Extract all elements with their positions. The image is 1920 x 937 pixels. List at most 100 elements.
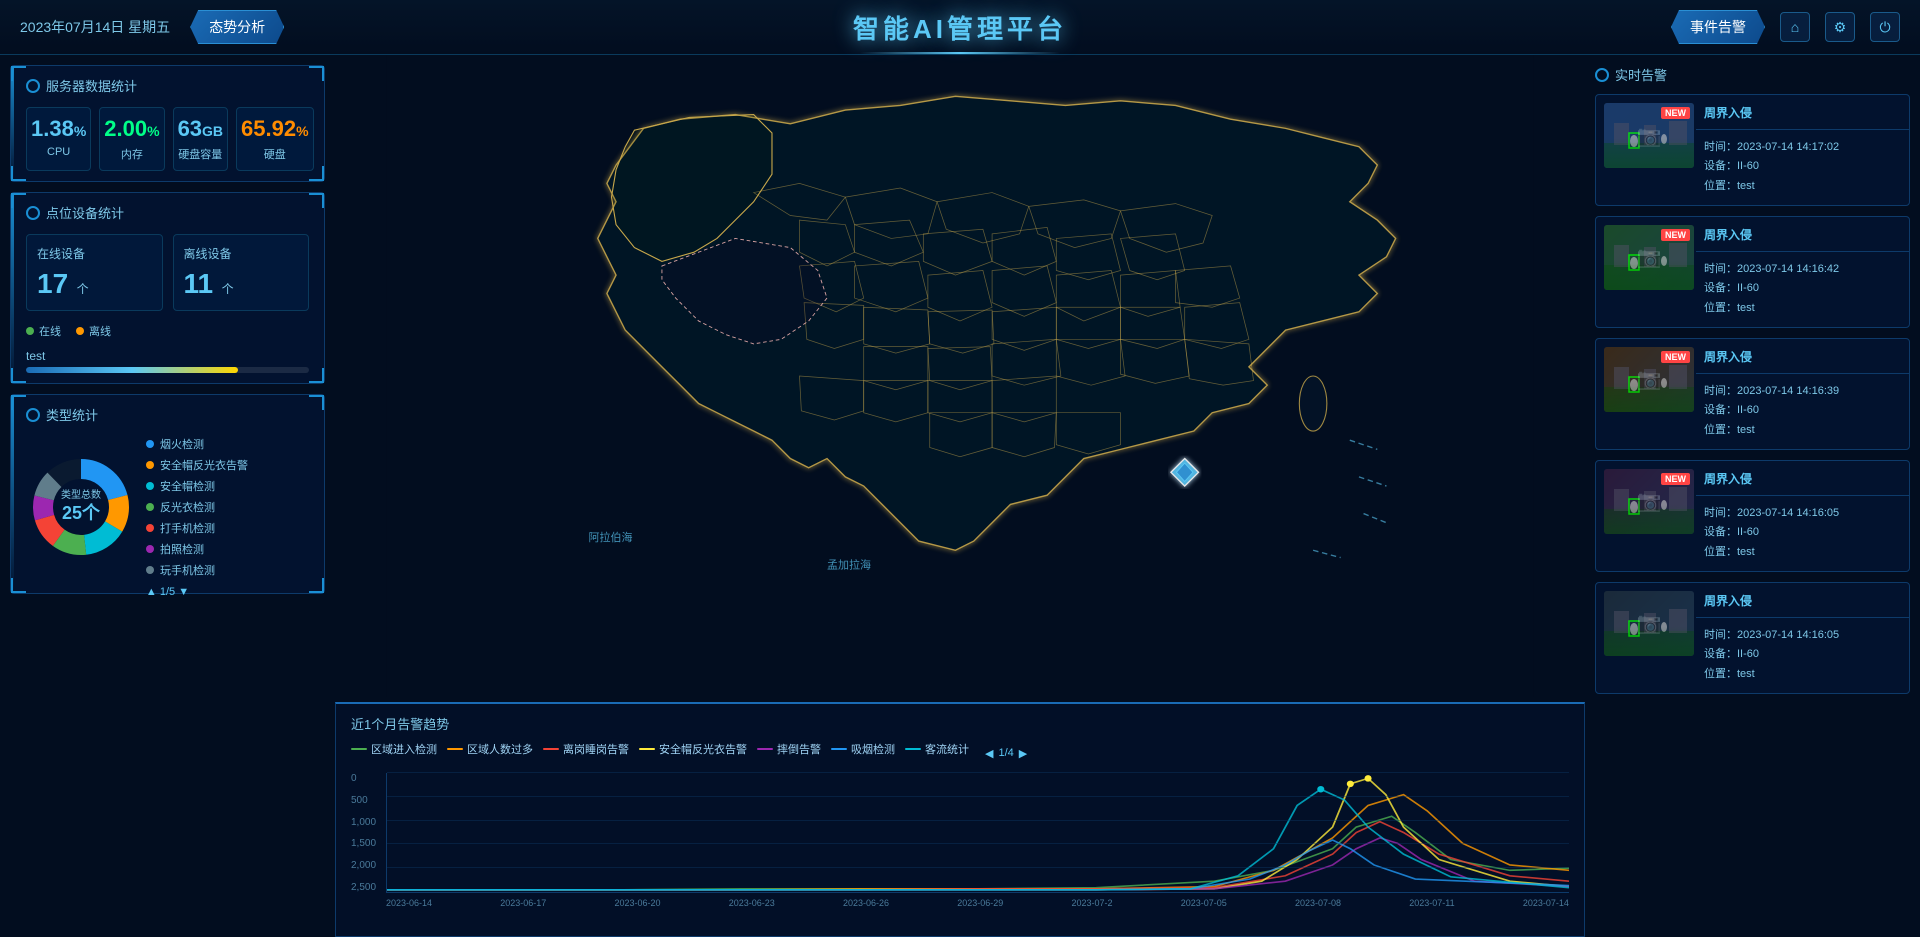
left-panel: 服务器数据统计 1.38% CPU 2.00% 内存 63GB 硬盘容量 xyxy=(0,55,335,937)
chart-legend-item: 客流统计 xyxy=(905,741,969,757)
chart-legend-item: 吸烟检测 xyxy=(831,741,895,757)
disk-label: 硬盘容量 xyxy=(178,146,223,162)
server-stats-title: 服务器数据统计 xyxy=(26,76,309,95)
location-bar: test xyxy=(26,349,309,373)
type-name: 反光衣检测 xyxy=(160,499,215,515)
settings-icon-button[interactable]: ⚙ xyxy=(1825,12,1855,42)
alert-type: 周界入侵 xyxy=(1704,469,1901,491)
power-icon-button[interactable]: ⏻ xyxy=(1870,12,1900,42)
donut-chart: 类型总数 25个 xyxy=(26,452,136,562)
online-count: 17 xyxy=(37,268,68,299)
analysis-button[interactable]: 态势分析 xyxy=(190,10,284,44)
new-badge: NEW xyxy=(1661,229,1690,241)
svg-text:阿拉伯海: 阿拉伯海 xyxy=(589,530,633,544)
online-unit: 个 xyxy=(77,282,89,296)
china-map-svg: 阿拉伯海 孟加拉海 xyxy=(335,55,1585,697)
mem-value: 2.00% xyxy=(104,116,159,142)
bottom-chart: 近1个月告警趋势 区域进入检测区域人数过多离岗睡岗告警安全帽反光衣告警摔倒告警吸… xyxy=(335,702,1585,937)
y-axis-label: 500 xyxy=(351,795,386,806)
chart-prev-icon[interactable]: ◀ xyxy=(985,747,993,760)
chart-svg xyxy=(387,773,1569,892)
alert-info: 周界入侵 时间：2023-07-14 14:17:02 设备：II-60 位置：… xyxy=(1704,103,1901,197)
header-title: 智能AI管理平台 xyxy=(853,9,1067,46)
alert-card[interactable]: 周界入侵 时间：2023-07-14 14:16:05 设备：II-60 位置：… xyxy=(1595,582,1910,694)
alert-device: 设备：II-60 xyxy=(1704,401,1901,421)
alert-location: 位置：test xyxy=(1704,543,1901,563)
type-page-indicator: 1/5 xyxy=(160,586,175,598)
type-stats-title: 类型统计 xyxy=(26,405,309,424)
type-dot xyxy=(146,503,154,511)
mem-stat: 2.00% 内存 xyxy=(99,107,164,171)
type-list-item: 安全帽反光衣告警 xyxy=(146,457,309,473)
type-list-item: 打手机检测 xyxy=(146,520,309,536)
alert-time: 时间：2023-07-14 14:16:42 xyxy=(1704,260,1901,280)
alert-separator xyxy=(1696,129,1909,130)
disk2-stat: 65.92% 硬盘 xyxy=(236,107,314,171)
x-axis-label: 2023-06-20 xyxy=(615,898,661,908)
alert-cards-container: NEW 周界入侵 时间：2023-07-14 14:17:02 设备：II-60… xyxy=(1595,94,1910,694)
alert-info: 周界入侵 时间：2023-07-14 14:16:05 设备：II-60 位置：… xyxy=(1704,469,1901,563)
cpu-label: CPU xyxy=(31,146,86,158)
device-legend: 在线 离线 xyxy=(26,323,309,339)
chart-page-indicator: 1/4 xyxy=(998,747,1013,759)
alert-type: 周界入侵 xyxy=(1704,347,1901,369)
alert-location: 位置：test xyxy=(1704,177,1901,197)
alert-separator xyxy=(1696,373,1909,374)
chart-container: 2,5002,0001,5001,0005000 xyxy=(351,773,1569,913)
online-legend: 在线 xyxy=(26,323,61,339)
new-badge: NEW xyxy=(1661,351,1690,363)
new-badge: NEW xyxy=(1661,473,1690,485)
legend-line-color xyxy=(543,748,559,750)
type-list-item: 拍照检测 xyxy=(146,541,309,557)
online-device-item: 在线设备 17 个 xyxy=(26,234,163,311)
x-axis-label: 2023-07-11 xyxy=(1409,898,1454,908)
home-icon-button[interactable]: ⌂ xyxy=(1780,12,1810,42)
online-count-row: 17 个 xyxy=(37,268,152,300)
type-list-item: 反光衣检测 xyxy=(146,499,309,515)
type-stats-content: 类型总数 25个 烟火检测安全帽反光衣告警安全帽检测反光衣检测打手机检测拍照检测… xyxy=(26,436,309,578)
alert-thumbnail: NEW xyxy=(1604,469,1694,534)
alert-type: 周界入侵 xyxy=(1704,225,1901,247)
x-axis-label: 2023-07-05 xyxy=(1181,898,1227,908)
alert-card[interactable]: NEW 周界入侵 时间：2023-07-14 14:16:05 设备：II-60… xyxy=(1595,460,1910,572)
alert-button[interactable]: 事件告警 xyxy=(1671,10,1765,44)
legend-line-color xyxy=(905,748,921,750)
x-axis-label: 2023-07-14 xyxy=(1523,898,1569,908)
chart-x-labels: 2023-06-142023-06-172023-06-202023-06-23… xyxy=(386,893,1569,913)
type-name: 玩手机检测 xyxy=(160,562,215,578)
type-page-next[interactable]: ▼ xyxy=(178,586,189,598)
x-axis-label: 2023-06-29 xyxy=(957,898,1003,908)
type-list-item: 烟火检测 xyxy=(146,436,309,452)
type-list: 烟火检测安全帽反光衣告警安全帽检测反光衣检测打手机检测拍照检测玩手机检测 xyxy=(146,436,309,578)
header-date: 2023年07月14日 星期五 xyxy=(20,17,170,37)
device-stats-grid: 在线设备 17 个 离线设备 11 个 xyxy=(26,234,309,311)
mem-label: 内存 xyxy=(104,146,159,162)
alert-location: 位置：test xyxy=(1704,299,1901,319)
alert-card[interactable]: NEW 周界入侵 时间：2023-07-14 14:17:02 设备：II-60… xyxy=(1595,94,1910,206)
right-panel: 实时告警 NEW 周界入侵 时间：2023-07-14 14:17:02 设备：… xyxy=(1585,55,1920,937)
online-legend-label: 在线 xyxy=(39,323,61,339)
chart-legend: 区域进入检测区域人数过多离岗睡岗告警安全帽反光衣告警摔倒告警吸烟检测客流统计 xyxy=(351,741,969,757)
chart-legend-item: 摔倒告警 xyxy=(757,741,821,757)
alert-info: 周界入侵 时间：2023-07-14 14:16:42 设备：II-60 位置：… xyxy=(1704,225,1901,319)
x-axis-label: 2023-06-26 xyxy=(843,898,889,908)
legend-name: 吸烟检测 xyxy=(851,741,895,757)
alert-location: 位置：test xyxy=(1704,665,1901,685)
y-axis-label: 0 xyxy=(351,773,386,784)
chart-area xyxy=(386,773,1569,893)
type-page-prev[interactable]: ▲ xyxy=(146,586,157,598)
alert-info: 周界入侵 时间：2023-07-14 14:16:39 设备：II-60 位置：… xyxy=(1704,347,1901,441)
alert-card[interactable]: NEW 周界入侵 时间：2023-07-14 14:16:42 设备：II-60… xyxy=(1595,216,1910,328)
y-axis-label: 2,000 xyxy=(351,860,386,871)
alert-device: 设备：II-60 xyxy=(1704,645,1901,665)
device-stats-box: 点位设备统计 在线设备 17 个 离线设备 11 个 在线 xyxy=(10,192,325,384)
cpu-value: 1.38% xyxy=(31,116,86,142)
alert-card[interactable]: NEW 周界入侵 时间：2023-07-14 14:16:39 设备：II-60… xyxy=(1595,338,1910,450)
header: 2023年07月14日 星期五 态势分析 智能AI管理平台 事件告警 ⌂ ⚙ ⏻ xyxy=(0,0,1920,55)
chart-next-icon[interactable]: ▶ xyxy=(1019,747,1027,760)
location-name: test xyxy=(26,349,309,363)
legend-name: 客流统计 xyxy=(925,741,969,757)
chart-title: 近1个月告警趋势 xyxy=(351,714,449,733)
alert-device: 设备：II-60 xyxy=(1704,279,1901,299)
home-icon: ⌂ xyxy=(1791,19,1799,35)
